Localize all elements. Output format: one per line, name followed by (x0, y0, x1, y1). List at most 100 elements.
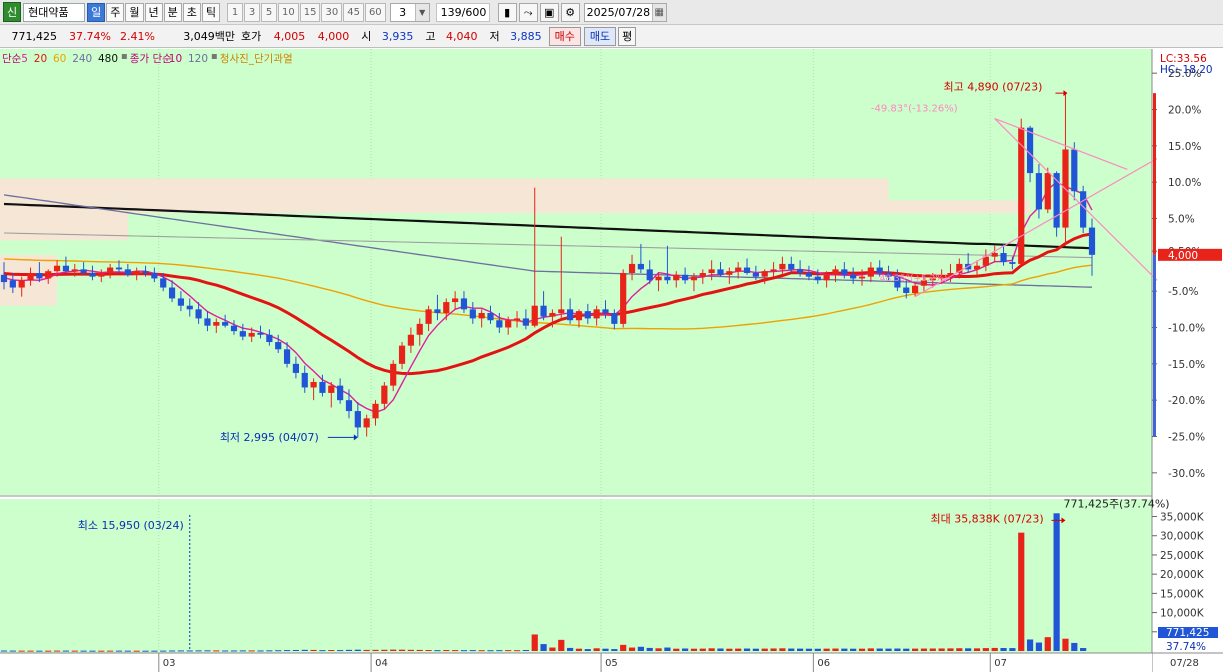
volume-bar (301, 649, 308, 651)
candle-body (779, 263, 786, 270)
interval-button-1[interactable]: 1 (227, 2, 243, 22)
volume-bar (894, 648, 901, 651)
volume-bar (151, 650, 158, 652)
chart-area[interactable]: 03 04 05 06 07 07/28 -49.83°(-13.26%) 48.35°(+… (0, 49, 1223, 672)
candle-body (655, 276, 662, 281)
volume-bar (602, 648, 609, 651)
candle-body (1044, 173, 1051, 210)
candle-body (460, 298, 468, 310)
volume-bar (390, 649, 397, 651)
volume-bar (584, 649, 591, 651)
candle-body (823, 274, 830, 281)
candle-body (345, 400, 353, 412)
interval-button-45[interactable]: 45 (343, 2, 364, 22)
volume-bar (407, 649, 414, 651)
volume-bar (71, 650, 78, 652)
candle-body (204, 318, 211, 326)
volume-current-text: 771,425 (1166, 627, 1209, 639)
volume-bar (761, 648, 768, 651)
interval-button-30[interactable]: 30 (321, 2, 343, 22)
evaluate-button[interactable]: 평 (618, 26, 637, 46)
candle-body (45, 271, 52, 279)
month-label-06: 06 (817, 658, 830, 669)
volume-bar (115, 650, 123, 652)
candle-body (0, 274, 8, 283)
period-tab-4[interactable]: 분 (163, 2, 182, 22)
volume-value: 771,425 (11, 29, 58, 43)
volume-bar (213, 650, 220, 652)
volume-axis-label: 10,000K (1160, 608, 1205, 620)
volume-bar (522, 650, 529, 652)
interval-button-5[interactable]: 5 (261, 2, 277, 22)
volume-bar (1026, 639, 1034, 651)
interval-button-60[interactable]: 60 (364, 2, 386, 22)
volume-bar (27, 650, 34, 652)
period-tab-0[interactable]: 일 (87, 2, 106, 22)
save-icon[interactable]: ▣ (539, 2, 559, 22)
buy-button[interactable]: 매수 (548, 26, 581, 46)
volume-bar (708, 648, 715, 651)
line-tool-icon[interactable]: ⤳ (518, 2, 538, 22)
candle-body (434, 309, 441, 313)
candle-body (1026, 127, 1034, 174)
volume-bar (239, 650, 246, 652)
interval-combo[interactable]: 3 ▼ (389, 2, 430, 22)
stock-name-field[interactable]: 현대약품 (23, 2, 86, 22)
candle-body (513, 318, 521, 321)
period-tab-6[interactable]: 틱 (201, 2, 220, 22)
candle-body (593, 309, 600, 319)
volume-bar (965, 648, 972, 651)
candle-body (991, 253, 998, 257)
volume-bar (53, 650, 61, 652)
volume-bar (540, 644, 547, 651)
volume-bar (673, 648, 680, 651)
calendar-icon: ▦ (651, 3, 666, 21)
volume-bar (752, 648, 759, 651)
period-tab-5[interactable]: 초 (182, 2, 201, 22)
candle-body (328, 385, 335, 393)
volume-bar (858, 648, 866, 651)
volume-axis-label: 30,000K (1160, 531, 1205, 543)
volume-bar (823, 648, 830, 651)
volume-bar (177, 650, 185, 652)
chart-bg (0, 49, 1223, 672)
candle-body (390, 363, 397, 386)
sell-button[interactable]: 매도 (583, 26, 617, 46)
candle-body (452, 298, 459, 303)
candle-body (549, 312, 556, 317)
data-count-field[interactable]: 139/600 (435, 2, 490, 22)
price-axis-label: -25.0% (1168, 432, 1205, 444)
candle-body (911, 285, 919, 293)
legend-signal-label: 청사진_단기과열 (220, 53, 293, 65)
period-tab-2[interactable]: 월 (125, 2, 144, 22)
period-tab-1[interactable]: 주 (106, 2, 125, 22)
volume-bar (310, 649, 317, 651)
candle-body (832, 269, 839, 275)
candle-body (637, 263, 644, 270)
volume-bar (1018, 532, 1025, 651)
volume-bar (452, 650, 459, 652)
interval-button-15[interactable]: 15 (299, 2, 321, 22)
volume-bar (646, 647, 653, 651)
candle-body (319, 382, 326, 393)
candle-body (788, 263, 795, 270)
interval-button-3[interactable]: 3 (244, 2, 260, 22)
date-picker[interactable]: 2025/07/28 ▦ (583, 2, 667, 22)
gear-icon[interactable]: ⚙ (560, 2, 580, 22)
price-axis-label: 5.0% (1168, 214, 1195, 226)
volume-bar (850, 648, 857, 651)
candle-body (168, 287, 176, 299)
interval-button-10[interactable]: 10 (278, 2, 299, 22)
candle-type-icon[interactable]: ▮ (497, 2, 517, 22)
interval-combo-value: 3 (399, 5, 407, 19)
volume-axis-label: 35,000K (1160, 512, 1205, 524)
volume-bar (885, 648, 892, 651)
candle-body (381, 385, 388, 404)
period-tab-3[interactable]: 년 (144, 2, 163, 22)
candle-body (478, 312, 485, 319)
volume-bar (664, 647, 671, 651)
candle-body (699, 273, 706, 277)
candle-body (611, 312, 618, 324)
candle-body (337, 385, 344, 401)
volume-bar (469, 650, 476, 652)
